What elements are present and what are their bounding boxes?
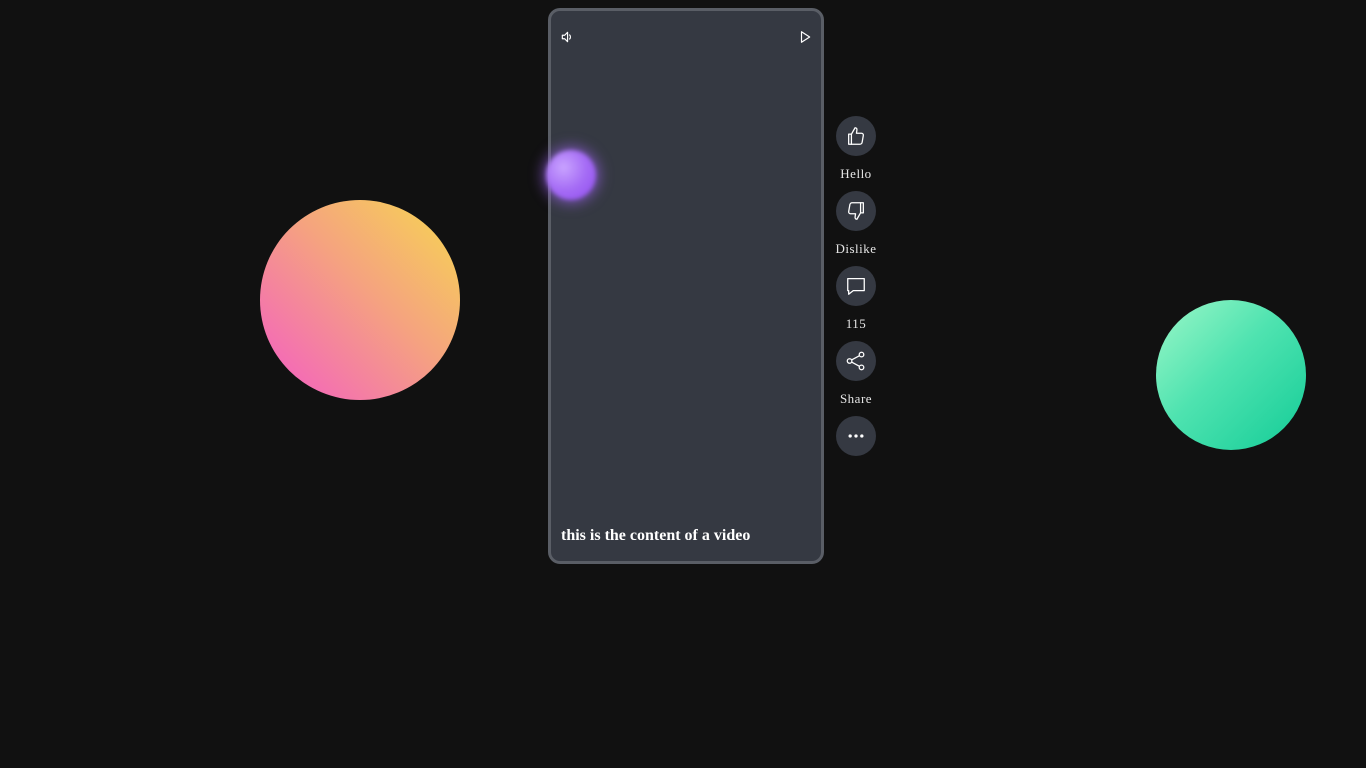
like-label: Hello [840,166,872,181]
action-bar: Hello Dislike 115 Share [830,116,882,456]
decorative-purple-orb [546,150,596,200]
dislike-button[interactable] [836,191,876,231]
share-icon [846,351,865,371]
like-button[interactable] [836,116,876,156]
volume-icon [561,31,572,43]
dislike-label: Dislike [835,241,877,256]
video-caption: this is the content of a video [561,527,751,544]
thumbs-up-icon [848,127,864,145]
more-button[interactable] [836,416,876,456]
thumbs-down-icon [848,202,864,220]
page: this is the content of a video Hello Dis… [0,0,1366,768]
comment-count: 115 [845,316,867,331]
comment-icon [847,278,865,295]
share-label: Share [839,391,873,406]
decorative-green-circle [1156,300,1306,450]
play-icon [800,31,811,43]
share-button[interactable] [836,341,876,381]
more-icon [848,434,864,438]
play-button[interactable] [797,29,813,45]
volume-button[interactable] [559,29,575,45]
decorative-pink-circle [260,200,460,400]
video-card[interactable]: this is the content of a video [548,8,824,564]
comment-button[interactable] [836,266,876,306]
